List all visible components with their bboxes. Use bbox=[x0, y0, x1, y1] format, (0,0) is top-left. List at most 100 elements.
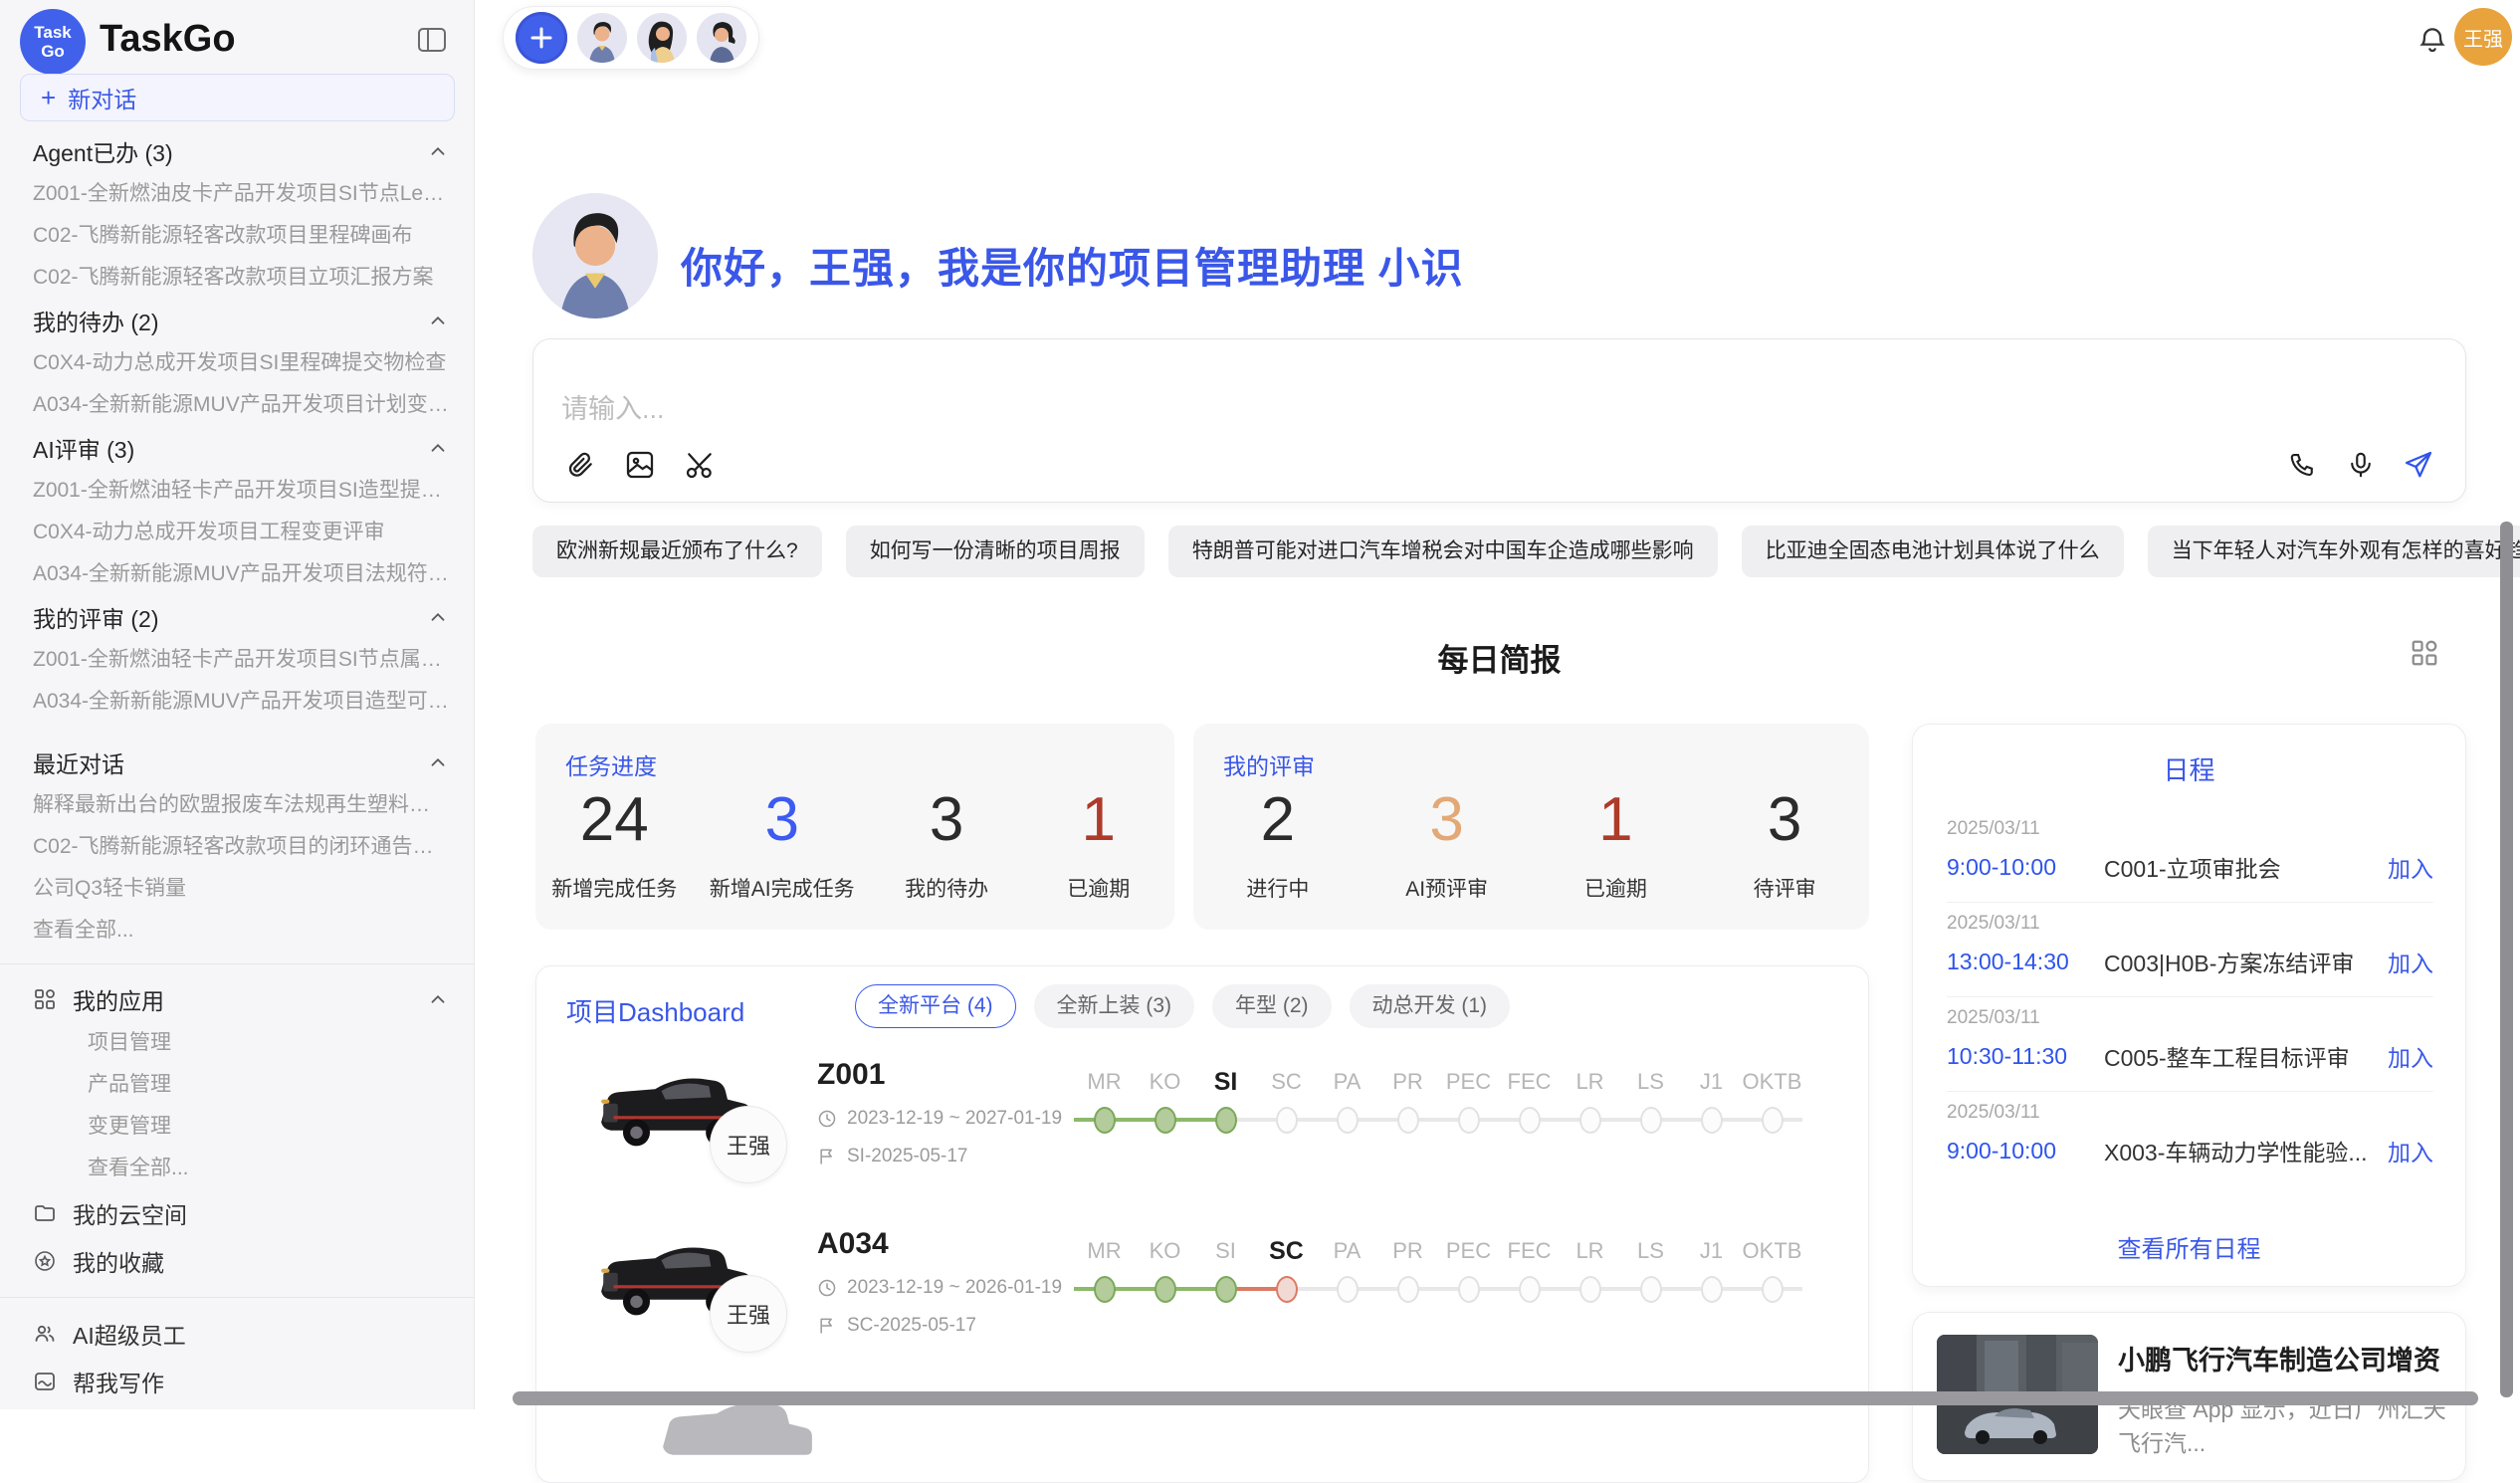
sidebar-section-title: AI评审 (3) bbox=[33, 431, 134, 465]
sidebar-item[interactable]: A034-全新新能源MUV产品开发项目造型可行性评审 bbox=[0, 681, 475, 723]
schedule-date: 2025/03/11 bbox=[1947, 1007, 2433, 1029]
sidebar-item[interactable]: A034-全新新能源MUV产品开发项目计划变更表编写 bbox=[0, 384, 475, 426]
sidebar-item-pen[interactable]: 创意制图 bbox=[0, 1405, 475, 1409]
sidebar-item[interactable]: Z001-全新燃油轻卡产品开发项目SI造型提交物评审 bbox=[0, 470, 475, 512]
sidebar-item[interactable]: Z001-全新燃油皮卡产品开发项目SI节点Lesson Learn报告 bbox=[0, 173, 475, 215]
horizontal-scrollbar[interactable] bbox=[513, 1391, 2478, 1405]
sidebar-item-folder[interactable]: 我的云空间 bbox=[0, 1189, 475, 1237]
milestone-node bbox=[1397, 1276, 1419, 1303]
sidebar-section-title: 我的评审 (2) bbox=[33, 600, 159, 634]
schedule-entry: 2025/03/119:00-10:00C001-立项审批会加入 bbox=[1947, 808, 2433, 903]
schedule-row: 13:00-14:30C003|H0B-方案冻结评审加入 bbox=[1947, 945, 2433, 978]
join-meeting-link[interactable]: 加入 bbox=[2388, 1134, 2433, 1167]
dashboard-tab[interactable]: 全新平台 (4) bbox=[855, 984, 1016, 1028]
user-avatar[interactable]: 王强 bbox=[2454, 8, 2512, 66]
milestone: PA bbox=[1317, 1064, 1377, 1140]
dashboard-tab[interactable]: 动总开发 (1) bbox=[1350, 984, 1511, 1028]
sidebar-item[interactable]: C02-飞腾新能源轻客改款项目里程碑画布 bbox=[0, 215, 475, 257]
attach-icon[interactable] bbox=[561, 446, 599, 484]
project-dates-text: 2023-12-19 ~ 2026-01-19 bbox=[847, 1277, 1062, 1299]
sidebar-item[interactable]: 公司Q3轻卡销量 bbox=[0, 868, 475, 910]
suggestion-chip[interactable]: 比亚迪全固态电池计划具体说了什么 bbox=[1742, 526, 2124, 577]
suggestion-chip[interactable]: 欧洲新规最近颁布了什么? bbox=[532, 526, 822, 577]
sidebar-item[interactable]: Z001-全新燃油轻卡产品开发项目SI节点属性5D文件评审 bbox=[0, 639, 475, 681]
milestone-label: LR bbox=[1560, 1064, 1620, 1100]
new-session-button[interactable] bbox=[516, 12, 567, 64]
stat-value: 3 bbox=[1387, 781, 1507, 859]
avatar-session-3[interactable] bbox=[697, 13, 746, 63]
sidebar-app-item[interactable]: 产品管理 bbox=[0, 1064, 475, 1106]
project-row[interactable]: 王强A0342023-12-19 ~ 2026-01-19SC-2025-05-… bbox=[536, 1215, 1869, 1380]
sidebar-item-users[interactable]: AI超级员工 bbox=[0, 1310, 475, 1358]
sidebar-item[interactable]: 查看全部... bbox=[0, 910, 475, 952]
sidebar: Task Go TaskGo + 新对话 Agent已办 (3)Z001-全新燃… bbox=[0, 0, 475, 1409]
suggestion-chip[interactable]: 如何写一份清晰的项目周报 bbox=[846, 526, 1145, 577]
sidebar-section-header[interactable]: Agent已办 (3) bbox=[0, 129, 475, 173]
suggestion-chip[interactable]: 当下年轻人对汽车外观有怎样的喜好趋势 bbox=[2148, 526, 2520, 577]
stat-value: 1 bbox=[1039, 781, 1158, 859]
sidebar-item[interactable]: C0X4-动力总成开发项目SI里程碑提交物检查 bbox=[0, 342, 475, 384]
sidebar-link-label: AI超级员工 bbox=[73, 1317, 186, 1351]
dashboard-tab[interactable]: 全新上装 (3) bbox=[1034, 984, 1195, 1028]
stat-label: AI预评审 bbox=[1387, 873, 1507, 903]
join-meeting-link[interactable]: 加入 bbox=[2388, 850, 2433, 884]
join-meeting-link[interactable]: 加入 bbox=[2388, 945, 2433, 978]
sidebar-item-write[interactable]: 帮我写作 bbox=[0, 1358, 475, 1405]
chevron-up-icon bbox=[427, 988, 449, 1010]
sidebar-item[interactable]: C0X4-动力总成开发项目工程变更评审 bbox=[0, 512, 475, 553]
stat-row: 24新增完成任务3新增AI完成任务3我的待办1已逾期 bbox=[535, 781, 1174, 903]
sidebar-app-item[interactable]: 查看全部... bbox=[0, 1148, 475, 1189]
view-all-schedule-link[interactable]: 查看所有日程 bbox=[1913, 1229, 2465, 1264]
sidebar-section-header[interactable]: 我的待办 (2) bbox=[0, 299, 475, 342]
sidebar-collapse-icon[interactable] bbox=[414, 22, 450, 58]
new-chat-button[interactable]: + 新对话 bbox=[20, 74, 455, 121]
dashboard-tab[interactable]: 年型 (2) bbox=[1212, 984, 1332, 1028]
sidebar-item-my-apps[interactable]: 我的应用 bbox=[0, 976, 475, 1022]
image-icon[interactable] bbox=[621, 446, 659, 484]
project-media: 王强 bbox=[592, 1050, 841, 1209]
chat-input[interactable] bbox=[561, 387, 2154, 431]
sidebar-item[interactable]: 解释最新出台的欧盟报废车法规再生塑料比例被调至15%... bbox=[0, 784, 475, 826]
send-icon[interactable] bbox=[2400, 446, 2437, 484]
sidebar-item-star[interactable]: 我的收藏 bbox=[0, 1237, 475, 1285]
milestone-label: MR bbox=[1074, 1233, 1135, 1269]
milestone-label: SC bbox=[1256, 1233, 1317, 1269]
milestone-node bbox=[1458, 1107, 1480, 1134]
mic-icon[interactable] bbox=[2342, 446, 2380, 484]
schedule-entry: 2025/03/1113:00-14:30C003|H0B-方案冻结评审加入 bbox=[1947, 903, 2433, 997]
sidebar-item[interactable]: C02-飞腾新能源轻客改款项目的闭环通告反馈情况 bbox=[0, 826, 475, 868]
avatar-session-2[interactable] bbox=[637, 13, 687, 63]
project-code: Z001 bbox=[817, 1058, 1076, 1092]
clock-icon bbox=[817, 1278, 837, 1298]
milestone-node bbox=[1701, 1107, 1723, 1134]
sidebar-app-item[interactable]: 变更管理 bbox=[0, 1106, 475, 1148]
stat-cell: 3待评审 bbox=[1725, 781, 1844, 903]
sidebar-item[interactable]: C02-飞腾新能源轻客改款项目立项汇报方案 bbox=[0, 257, 475, 299]
sidebar-section-header[interactable]: 最近对话 bbox=[0, 741, 475, 784]
sidebar-section-header[interactable]: AI评审 (3) bbox=[0, 426, 475, 470]
milestone-node bbox=[1337, 1276, 1359, 1303]
sidebar-app-item[interactable]: 项目管理 bbox=[0, 1022, 475, 1064]
milestone-node-track bbox=[1681, 1100, 1742, 1140]
join-meeting-link[interactable]: 加入 bbox=[2388, 1039, 2433, 1073]
stat-cell: 1已逾期 bbox=[1556, 781, 1675, 903]
avatar-session-1[interactable] bbox=[577, 13, 627, 63]
milestone-node-track bbox=[1135, 1100, 1195, 1140]
chevron-up-icon bbox=[427, 606, 449, 628]
notification-bell-icon[interactable] bbox=[2413, 20, 2452, 60]
phone-icon[interactable] bbox=[2284, 446, 2322, 484]
suggestion-chip[interactable]: 特朗普可能对进口汽车增税会对中国车企造成哪些影响 bbox=[1168, 526, 1718, 577]
vertical-scrollbar[interactable] bbox=[2500, 522, 2513, 1397]
sidebar-item[interactable]: A034-全新新能源MUV产品开发项目法规符合性评审 bbox=[0, 553, 475, 595]
milestone: PEC bbox=[1438, 1064, 1499, 1140]
stat-cell: 3 AI预评审 bbox=[1387, 781, 1507, 903]
news-title: 小鹏飞行汽车制造公司增资 bbox=[2118, 1339, 2446, 1377]
layout-grid-icon[interactable] bbox=[2407, 635, 2442, 671]
milestone-label: KO bbox=[1135, 1233, 1195, 1269]
schedule-event-name: C001-立项审批会 bbox=[2104, 850, 2376, 884]
chat-input-card bbox=[532, 338, 2466, 503]
project-row[interactable]: 王强Z0012023-12-19 ~ 2027-01-19SI-2025-05-… bbox=[536, 1046, 1869, 1211]
milestone-node-track bbox=[1074, 1269, 1135, 1309]
sidebar-section-header[interactable]: 我的评审 (2) bbox=[0, 595, 475, 639]
scissors-icon[interactable] bbox=[681, 446, 719, 484]
